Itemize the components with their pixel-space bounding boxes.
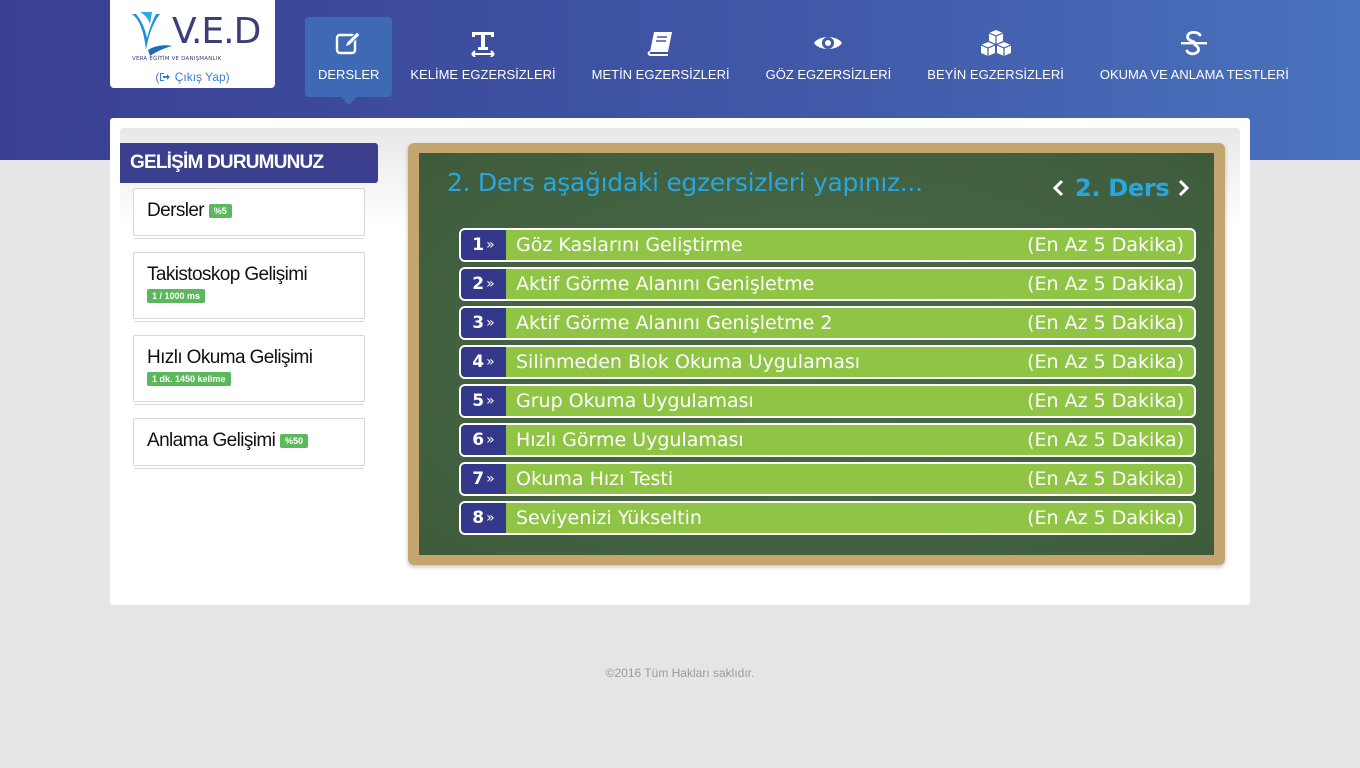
strikethrough-icon — [1179, 29, 1209, 57]
nav-item-dersler[interactable]: DERSLER — [305, 17, 393, 105]
logo-text: V.E.D — [172, 11, 261, 52]
card-title: Hızlı Okuma Gelişimi — [147, 347, 313, 368]
lesson-navigator: 2. Ders — [1049, 174, 1193, 202]
book-icon — [647, 29, 675, 57]
exercise-row[interactable]: 3» Aktif Görme Alanını Genişletme 2 (En … — [459, 306, 1196, 340]
exercise-duration: (En Az 5 Dakika) — [1027, 312, 1184, 334]
logout-link[interactable]: ( Çıkış Yap) — [110, 70, 275, 84]
exercise-duration: (En Az 5 Dakika) — [1027, 351, 1184, 373]
double-chevron-icon: » — [486, 315, 495, 331]
chevron-right-icon[interactable] — [1175, 176, 1193, 200]
exercise-name: Göz Kaslarını Geliştirme — [516, 234, 743, 256]
nav-label: GÖZ EGZERSİZLERİ — [765, 67, 892, 82]
exercise-duration: (En Az 5 Dakika) — [1027, 234, 1184, 256]
exercise-number: 7» — [461, 464, 506, 494]
double-chevron-icon: » — [486, 237, 495, 253]
exercise-row[interactable]: 5» Grup Okuma Uygulaması (En Az 5 Dakika… — [459, 384, 1196, 418]
chevron-left-icon[interactable] — [1049, 176, 1067, 200]
card-title: Takistoskop Gelişimi — [147, 264, 308, 285]
exercise-duration: (En Az 5 Dakika) — [1027, 507, 1184, 529]
nav-label: METİN EGZERSİZLERİ — [591, 67, 730, 82]
progress-card-hizli-okuma: Hızlı Okuma Gelişimi 1 dk. 1450 kelime — [133, 335, 365, 402]
main-nav: DERSLER KELİME EGZERSİZLERİ METİN EGZERS… — [305, 17, 1307, 105]
double-chevron-icon: » — [486, 432, 495, 448]
exercise-row[interactable]: 8» Seviyenizi Yükseltin (En Az 5 Dakika) — [459, 501, 1196, 535]
logout-label: Çıkış Yap — [174, 70, 226, 84]
exercise-row[interactable]: 6» Hızlı Görme Uygulaması (En Az 5 Dakik… — [459, 423, 1196, 457]
nav-item-beyin[interactable]: BEYİN EGZERSİZLERİ — [909, 17, 1082, 97]
exercise-duration: (En Az 5 Dakika) — [1027, 273, 1184, 295]
chalkboard-frame: 2. Ders aşağıdaki egzersizleri yapınız..… — [408, 143, 1225, 565]
progress-badge: 1 / 1000 ms — [147, 289, 206, 303]
exercise-name: Seviyenizi Yükseltin — [516, 507, 702, 529]
exercise-number: 4» — [461, 347, 506, 377]
sidebar-title: GELİŞİM DURUMUNUZ — [120, 143, 378, 183]
card-title: Dersler %5 — [147, 200, 232, 222]
board-title: 2. Ders aşağıdaki egzersizleri yapınız..… — [447, 168, 923, 197]
footer-copyright: ©2016 Tüm Hakları saklıdır. — [605, 666, 755, 680]
nav-label: OKUMA VE ANLAMA TESTLERİ — [1099, 67, 1289, 82]
card-title-text: Dersler — [147, 200, 205, 221]
logo-swoosh-icon — [132, 12, 172, 56]
exercise-name: Silinmeden Blok Okuma Uygulaması — [516, 351, 861, 373]
exercise-duration: (En Az 5 Dakika) — [1027, 429, 1184, 451]
progress-badge: %50 — [279, 433, 308, 448]
logo-subtitle: VERA EĞİTİM VE DANIŞMANLIK — [132, 56, 222, 62]
double-chevron-icon: » — [486, 393, 495, 409]
nav-item-kelime[interactable]: KELİME EGZERSİZLERİ — [392, 17, 573, 97]
exercise-name: Grup Okuma Uygulaması — [516, 390, 754, 412]
nav-label: BEYİN EGZERSİZLERİ — [927, 67, 1064, 82]
exercise-name: Hızlı Görme Uygulaması — [516, 429, 744, 451]
progress-badge: 1 dk. 1450 kelime — [147, 372, 231, 386]
exercise-row[interactable]: 2» Aktif Görme Alanını Genişletme (En Az… — [459, 267, 1196, 301]
exercise-number: 8» — [461, 503, 506, 533]
sign-out-icon — [160, 73, 171, 81]
double-chevron-icon: » — [486, 471, 495, 487]
nav-item-metin[interactable]: METİN EGZERSİZLERİ — [574, 17, 748, 97]
chalkboard: 2. Ders aşağıdaki egzersizleri yapınız..… — [419, 153, 1214, 555]
eye-icon — [813, 29, 843, 57]
text-width-icon — [469, 29, 497, 57]
double-chevron-icon: » — [486, 354, 495, 370]
exercise-number: 5» — [461, 386, 506, 416]
nav-label: DERSLER — [318, 67, 380, 82]
progress-card-anlama: Anlama Gelişimi %50 — [133, 418, 365, 466]
card-title-text: Anlama Gelişimi — [147, 430, 276, 451]
nav-label: KELİME EGZERSİZLERİ — [410, 67, 556, 82]
exercise-name: Aktif Görme Alanını Genişletme 2 — [516, 312, 833, 334]
progress-badge: %5 — [208, 203, 232, 218]
cubes-icon — [979, 29, 1013, 57]
nav-item-okuma[interactable]: OKUMA VE ANLAMA TESTLERİ — [1082, 17, 1307, 97]
exercise-number: 6» — [461, 425, 506, 455]
exercise-duration: (En Az 5 Dakika) — [1027, 390, 1184, 412]
exercise-row[interactable]: 4» Silinmeden Blok Okuma Uygulaması (En … — [459, 345, 1196, 379]
exercise-number: 2» — [461, 269, 506, 299]
exercise-number: 1» — [461, 230, 506, 260]
card-title: Anlama Gelişimi %50 — [147, 430, 308, 452]
logo-box: V.E.D VERA EĞİTİM VE DANIŞMANLIK ( Çıkış… — [110, 0, 275, 88]
progress-card-takistoskop: Takistoskop Gelişimi 1 / 1000 ms — [133, 252, 365, 319]
nav-item-goz[interactable]: GÖZ EGZERSİZLERİ — [748, 17, 910, 97]
double-chevron-icon: » — [486, 510, 495, 526]
exercise-name: Aktif Görme Alanını Genişletme — [516, 273, 815, 295]
exercise-name: Okuma Hızı Testi — [516, 468, 674, 490]
parenthesis-close: ) — [225, 70, 230, 84]
pencil-square-icon — [335, 29, 363, 57]
progress-card-dersler: Dersler %5 — [133, 188, 365, 236]
exercise-row[interactable]: 1» Göz Kaslarını Geliştirme (En Az 5 Dak… — [459, 228, 1196, 262]
lesson-label: 2. Ders — [1075, 174, 1170, 202]
exercise-row[interactable]: 7» Okuma Hızı Testi (En Az 5 Dakika) — [459, 462, 1196, 496]
double-chevron-icon: » — [486, 276, 495, 292]
exercise-duration: (En Az 5 Dakika) — [1027, 468, 1184, 490]
exercise-number: 3» — [461, 308, 506, 338]
